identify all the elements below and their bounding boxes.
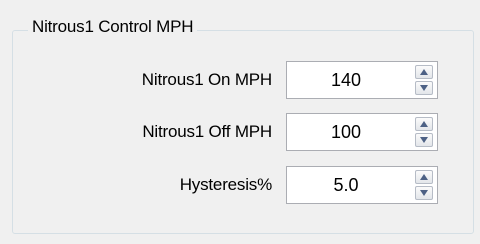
hysteresis-decrement-button[interactable] — [415, 186, 433, 200]
nitrous-on-mph-spinner[interactable]: 140 — [286, 61, 438, 99]
nitrous-on-mph-spin-buttons — [415, 65, 433, 95]
nitrous-on-mph-decrement-button[interactable] — [415, 81, 433, 95]
nitrous-off-mph-row: Nitrous1 Off MPH 100 — [0, 113, 480, 151]
spin-down-icon — [420, 190, 428, 196]
nitrous-on-mph-row: Nitrous1 On MPH 140 — [0, 61, 480, 99]
nitrous-on-mph-label: Nitrous1 On MPH — [141, 70, 272, 89]
spin-down-icon — [420, 137, 428, 143]
hysteresis-increment-button[interactable] — [415, 170, 433, 184]
hysteresis-spinner[interactable]: 5.0 — [286, 166, 438, 204]
group-title: Nitrous1 Control MPH — [28, 14, 198, 40]
spin-up-icon — [420, 174, 428, 180]
nitrous-off-mph-spinner[interactable]: 100 — [286, 113, 438, 151]
spin-up-icon — [420, 121, 428, 127]
nitrous-off-mph-value[interactable]: 100 — [287, 114, 405, 150]
nitrous-off-mph-label: Nitrous1 Off MPH — [142, 122, 272, 141]
spin-down-icon — [420, 85, 428, 91]
hysteresis-label: Hysteresis% — [179, 175, 272, 194]
spin-up-icon — [420, 69, 428, 75]
nitrous-off-mph-spin-buttons — [415, 117, 433, 147]
nitrous-on-mph-value[interactable]: 140 — [287, 62, 405, 98]
hysteresis-row: Hysteresis% 5.0 — [0, 166, 480, 204]
nitrous-on-mph-increment-button[interactable] — [415, 65, 433, 79]
nitrous-off-mph-decrement-button[interactable] — [415, 133, 433, 147]
nitrous-off-mph-increment-button[interactable] — [415, 117, 433, 131]
hysteresis-spin-buttons — [415, 170, 433, 200]
hysteresis-value[interactable]: 5.0 — [287, 167, 405, 203]
